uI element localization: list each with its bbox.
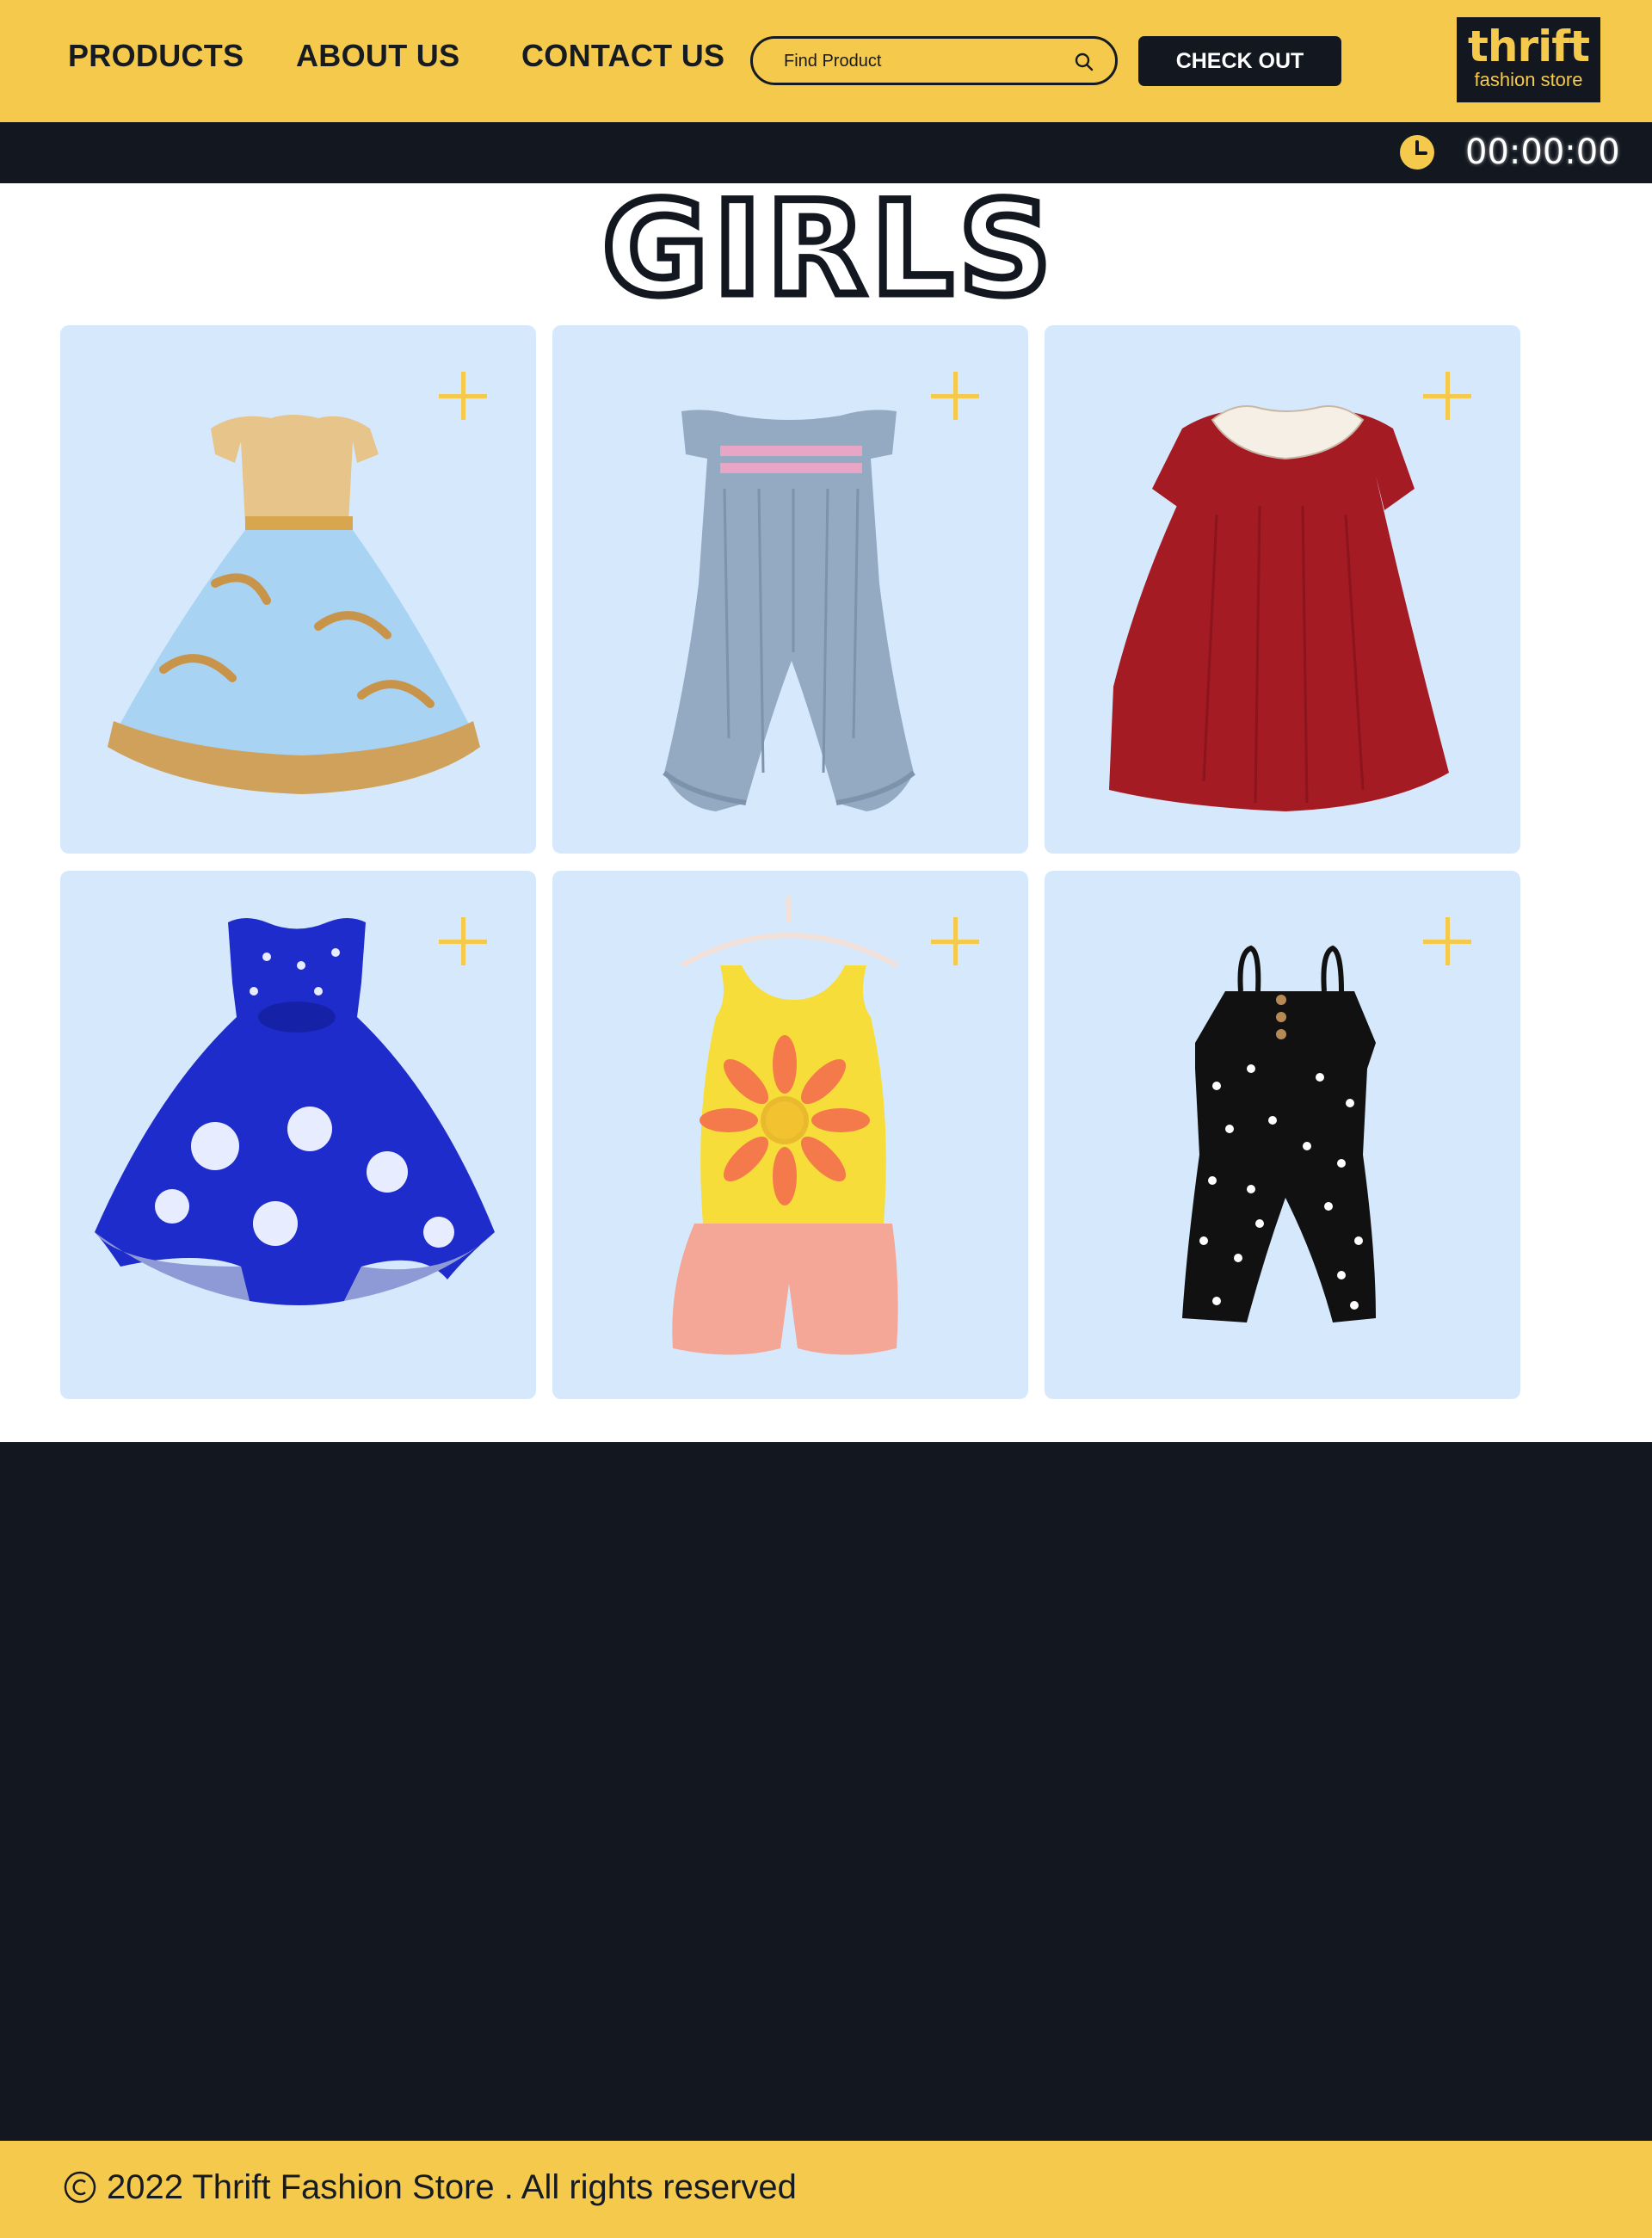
copyright-text: 2022 Thrift Fashion Store . All rights r… [107, 2168, 797, 2206]
logo-wordmark: thrift [1468, 22, 1590, 71]
add-to-cart-plus-icon[interactable] [1423, 917, 1471, 965]
checkout-button[interactable]: CHECK OUT [1138, 36, 1341, 86]
product-card-sunflower-set[interactable] [552, 871, 1028, 1399]
nav-products[interactable]: PRODUCTS [68, 38, 243, 74]
site-footer: 2022 Thrift Fashion Store . All rights r… [0, 2141, 1652, 2238]
search-input[interactable] [784, 47, 1059, 75]
add-to-cart-plus-icon[interactable] [439, 372, 487, 420]
product-card-smocked-romper[interactable] [552, 325, 1028, 854]
nav-contact-us[interactable]: CONTACT US [521, 38, 724, 74]
copyright-icon [64, 2171, 96, 2204]
add-to-cart-plus-icon[interactable] [931, 917, 979, 965]
timer-value: 00:00:00 [1465, 133, 1620, 172]
logo-tagline: fashion store [1474, 69, 1583, 90]
store-logo[interactable]: thrift fashion store [1457, 17, 1600, 102]
search-icon[interactable] [1074, 52, 1094, 72]
search-box [750, 36, 1118, 85]
content-band [0, 1442, 1652, 2141]
section-title: GIRLS [599, 175, 1057, 324]
nav-about-us[interactable]: ABOUT US [296, 38, 459, 74]
add-to-cart-plus-icon[interactable] [439, 917, 487, 965]
site-header: PRODUCTS ABOUT US CONTACT US CHECK OUT t… [0, 0, 1652, 122]
clock-icon [1400, 135, 1434, 170]
add-to-cart-plus-icon[interactable] [1423, 372, 1471, 420]
product-card-lace-dress[interactable] [60, 325, 536, 854]
add-to-cart-plus-icon[interactable] [931, 372, 979, 420]
product-card-star-jumpsuit[interactable] [1045, 871, 1520, 1399]
product-card-red-velvet-dress[interactable] [1045, 325, 1520, 854]
product-card-polka-dot-dress[interactable] [60, 871, 536, 1399]
